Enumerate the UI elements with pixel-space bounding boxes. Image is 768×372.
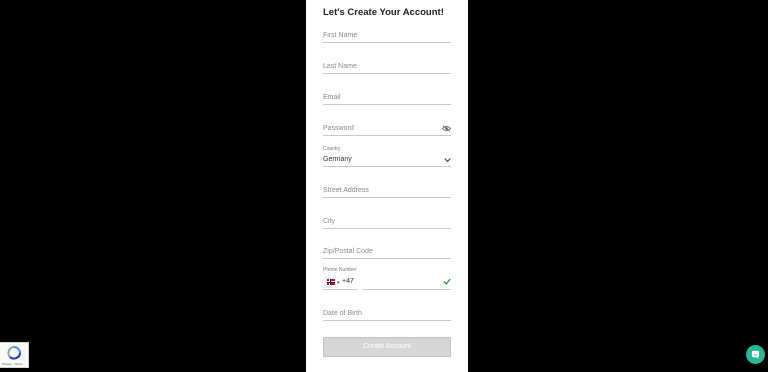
country-code-value: +47: [342, 278, 354, 285]
norway-flag-icon: [327, 279, 335, 285]
country-select[interactable]: Country Germany: [323, 146, 451, 167]
recaptcha-footer[interactable]: Privacy - Terms: [2, 362, 23, 366]
chat-launcher-button[interactable]: [746, 345, 765, 364]
signup-panel: Let's Create Your Account! First Name La…: [306, 0, 468, 372]
eye-off-icon[interactable]: [442, 125, 451, 132]
date-of-birth-placeholder: Date of Birth: [323, 310, 362, 317]
date-of-birth-field[interactable]: Date of Birth: [323, 305, 451, 321]
first-name-field[interactable]: First Name: [323, 28, 451, 43]
recaptcha-badge[interactable]: Privacy - Terms: [0, 342, 29, 368]
first-name-placeholder: First Name: [323, 32, 358, 39]
password-field[interactable]: Password: [323, 120, 451, 136]
password-placeholder: Password: [323, 125, 354, 132]
city-field[interactable]: City: [323, 213, 451, 229]
chevron-down-icon: [444, 158, 451, 163]
caret-down-icon: ▾: [337, 280, 340, 286]
country-value: Germany: [323, 156, 352, 163]
chat-icon: [751, 350, 760, 359]
country-code-select[interactable]: ▾ +47: [323, 278, 357, 290]
phone-number-input[interactable]: [363, 278, 451, 290]
city-placeholder: City: [323, 218, 336, 225]
email-placeholder: Email: [323, 94, 341, 101]
country-label: Country: [323, 146, 341, 152]
email-field[interactable]: Email: [323, 89, 451, 105]
zip-code-placeholder: Zip/Postal Code: [323, 248, 373, 255]
check-icon: [443, 278, 451, 285]
create-account-button[interactable]: Create Account: [323, 337, 451, 357]
zip-code-field[interactable]: Zip/Postal Code: [323, 243, 451, 259]
last-name-placeholder: Last Name: [323, 63, 357, 70]
street-address-field[interactable]: Street Address: [323, 182, 451, 198]
last-name-field[interactable]: Last Name: [323, 58, 451, 74]
street-address-placeholder: Street Address: [323, 187, 369, 194]
phone-number-group: Phone Number ▾ +47: [323, 267, 451, 290]
phone-label: Phone Number: [323, 267, 357, 273]
recaptcha-icon: [7, 346, 21, 360]
form-title: Let's Create Your Account!: [323, 7, 444, 18]
